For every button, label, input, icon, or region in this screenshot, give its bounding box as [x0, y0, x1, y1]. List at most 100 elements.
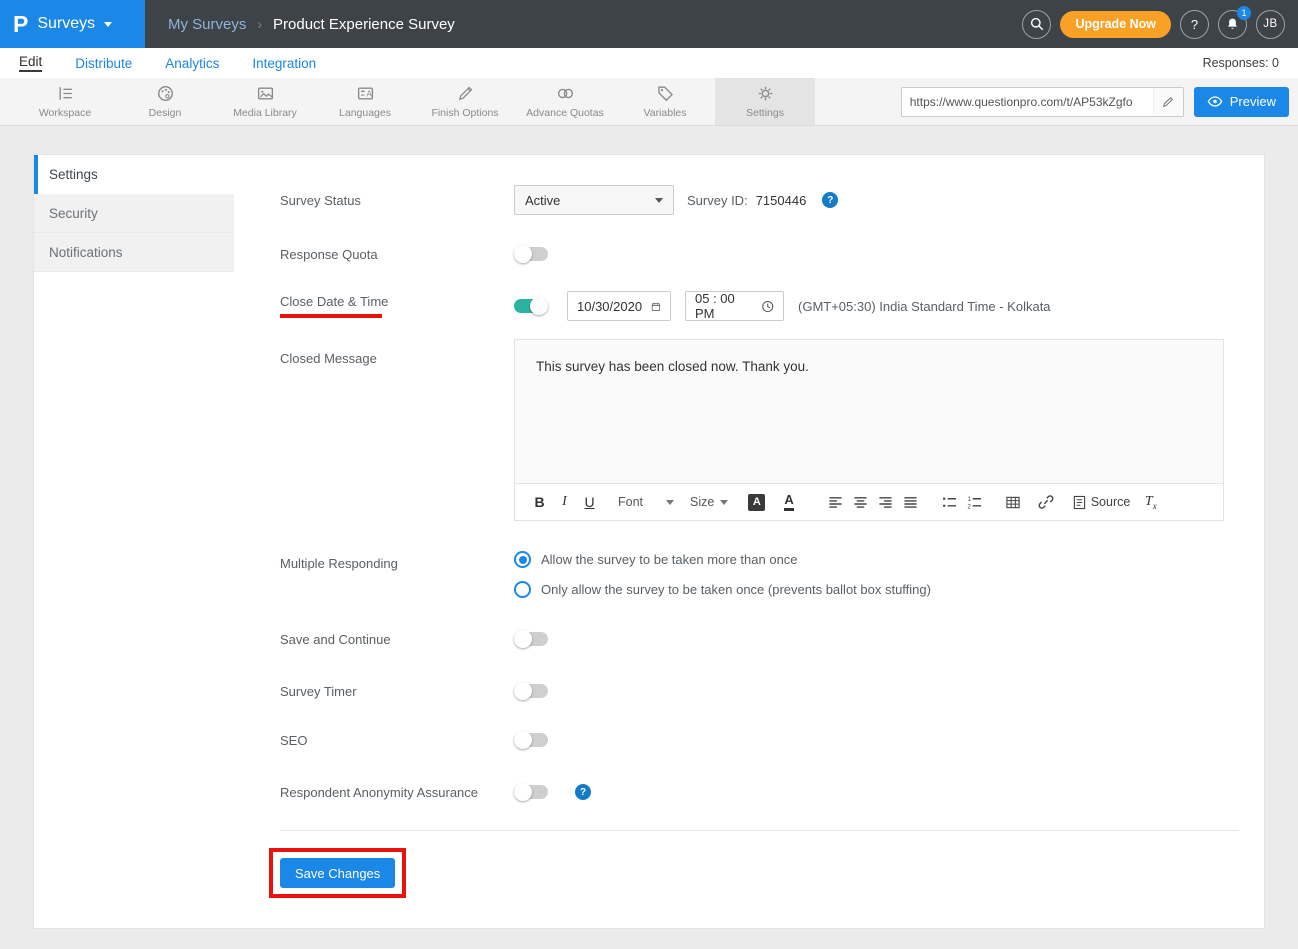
- toolbar-item-media-library[interactable]: Media Library: [215, 78, 315, 125]
- radio-option-multiple-times[interactable]: Allow the survey to be taken more than o…: [514, 551, 931, 568]
- toolbar-item-finish-options[interactable]: Finish Options: [415, 78, 515, 125]
- italic-button[interactable]: I: [552, 489, 577, 515]
- sidebar-item-settings[interactable]: Settings: [34, 155, 234, 194]
- save-area: Save Changes: [280, 848, 1239, 898]
- save-and-continue-label: Save and Continue: [280, 632, 514, 647]
- underline-button[interactable]: U: [577, 489, 602, 515]
- preview-button[interactable]: Preview: [1194, 87, 1289, 117]
- timezone-text: (GMT+05:30) India Standard Time - Kolkat…: [798, 299, 1051, 314]
- text-color-button[interactable]: A: [780, 489, 808, 515]
- caret-down-icon: [797, 500, 805, 505]
- settings-sidebar: Settings Security Notifications: [34, 155, 234, 928]
- align-left-button[interactable]: [823, 489, 848, 515]
- save-and-continue-row: Save and Continue: [280, 624, 1239, 654]
- seo-row: SEO: [280, 725, 1239, 755]
- close-date-time-label-wrap: Close Date & Time: [280, 294, 514, 318]
- editor-toolbar: B I U Font Size: [515, 483, 1223, 520]
- survey-id-help-icon[interactable]: ?: [822, 192, 838, 208]
- toolbar-item-settings[interactable]: Settings: [715, 78, 815, 125]
- toolbar-item-languages[interactable]: A Languages: [315, 78, 415, 125]
- toolbar-item-advance-quotas[interactable]: Advance Quotas: [515, 78, 615, 125]
- caret-down-icon: [720, 500, 728, 505]
- close-date-time-toggle[interactable]: [514, 299, 548, 313]
- save-changes-button[interactable]: Save Changes: [280, 858, 395, 888]
- respondent-anonymity-help-icon[interactable]: ?: [575, 784, 591, 800]
- numbered-list-button[interactable]: 12: [962, 489, 987, 515]
- seo-toggle[interactable]: [514, 733, 548, 747]
- survey-status-select[interactable]: Active: [514, 185, 674, 215]
- user-avatar[interactable]: JB: [1256, 10, 1285, 39]
- toolbar-item-design[interactable]: Design: [115, 78, 215, 125]
- font-dropdown[interactable]: Font: [610, 489, 682, 515]
- search-button[interactable]: [1022, 10, 1051, 39]
- settings-card: Settings Security Notifications Survey S…: [33, 154, 1265, 929]
- size-dropdown[interactable]: Size: [682, 489, 736, 515]
- responses-count: Responses: 0: [1203, 56, 1279, 70]
- settings-icon: [756, 84, 775, 103]
- response-quota-toggle[interactable]: [514, 247, 548, 261]
- header-actions: Upgrade Now ? 1 JB: [1022, 10, 1298, 39]
- tab-edit[interactable]: Edit: [19, 54, 42, 72]
- align-center-button[interactable]: [848, 489, 873, 515]
- respondent-anonymity-toggle[interactable]: [514, 785, 548, 799]
- help-button[interactable]: ?: [1180, 10, 1209, 39]
- insert-link-button[interactable]: [1034, 489, 1059, 515]
- breadcrumb: My Surveys › Product Experience Survey: [168, 16, 455, 33]
- media-library-icon: [256, 84, 275, 103]
- pencil-icon: [1161, 95, 1175, 109]
- survey-url-input[interactable]: [902, 95, 1153, 109]
- notifications-button[interactable]: 1: [1218, 10, 1247, 39]
- close-time-input[interactable]: 05 : 00 PM: [685, 291, 784, 321]
- respondent-anonymity-row: Respondent Anonymity Assurance ?: [280, 777, 1239, 807]
- toolbar-item-label: Finish Options: [431, 107, 498, 119]
- toolbar-item-label: Advance Quotas: [526, 107, 604, 119]
- upgrade-now-button[interactable]: Upgrade Now: [1060, 11, 1171, 38]
- caret-down-icon: [666, 500, 674, 505]
- remove-format-button[interactable]: Tx: [1138, 489, 1163, 515]
- toggle-knob: [514, 630, 532, 648]
- toggle-knob: [514, 783, 532, 801]
- variables-icon: [656, 84, 675, 103]
- product-switcher[interactable]: P Surveys: [0, 0, 145, 48]
- toolbar-item-label: Design: [149, 107, 182, 119]
- sidebar-item-security[interactable]: Security: [34, 194, 234, 233]
- align-justify-button[interactable]: [898, 489, 923, 515]
- calendar-icon: [651, 299, 661, 314]
- remove-format-letter: T: [1145, 494, 1153, 509]
- toggle-knob: [530, 297, 548, 315]
- response-quota-row: Response Quota: [280, 239, 1239, 269]
- caret-down-icon: [655, 198, 663, 203]
- survey-timer-label: Survey Timer: [280, 684, 514, 699]
- survey-id-label: Survey ID:: [687, 193, 748, 208]
- svg-text:1: 1: [967, 495, 971, 502]
- tab-distribute[interactable]: Distribute: [75, 56, 132, 71]
- search-icon: [1029, 16, 1045, 32]
- radio-option-once-only[interactable]: Only allow the survey to be taken once (…: [514, 581, 931, 598]
- bullet-list-button[interactable]: [937, 489, 962, 515]
- align-right-button[interactable]: [873, 489, 898, 515]
- tab-integration[interactable]: Integration: [252, 56, 316, 71]
- workspace-icon: [56, 84, 75, 103]
- notification-badge: 1: [1237, 6, 1251, 20]
- survey-timer-toggle[interactable]: [514, 684, 548, 698]
- bold-button[interactable]: B: [527, 489, 552, 515]
- toolbar-item-workspace[interactable]: Workspace: [15, 78, 115, 125]
- toolbar-item-variables[interactable]: Variables: [615, 78, 715, 125]
- closed-message-textarea[interactable]: This survey has been closed now. Thank y…: [515, 340, 1223, 483]
- toolbar-item-label: Settings: [746, 107, 784, 119]
- close-date-time-label: Close Date & Time: [280, 294, 514, 309]
- source-button[interactable]: Source: [1073, 489, 1131, 515]
- questionpro-logo: P: [13, 13, 28, 36]
- save-and-continue-toggle[interactable]: [514, 632, 548, 646]
- survey-id-value: 7150446: [756, 193, 807, 208]
- close-date-input[interactable]: 10/30/2020: [567, 291, 671, 321]
- sidebar-item-notifications[interactable]: Notifications: [34, 233, 234, 272]
- edit-url-button[interactable]: [1153, 88, 1183, 116]
- breadcrumb-my-surveys[interactable]: My Surveys: [168, 16, 246, 33]
- insert-table-button[interactable]: [1001, 489, 1026, 515]
- size-dropdown-label: Size: [690, 495, 714, 509]
- product-name: Surveys: [37, 15, 95, 33]
- tab-analytics[interactable]: Analytics: [165, 56, 219, 71]
- table-icon: [1005, 495, 1021, 510]
- background-color-button[interactable]: A: [744, 489, 780, 515]
